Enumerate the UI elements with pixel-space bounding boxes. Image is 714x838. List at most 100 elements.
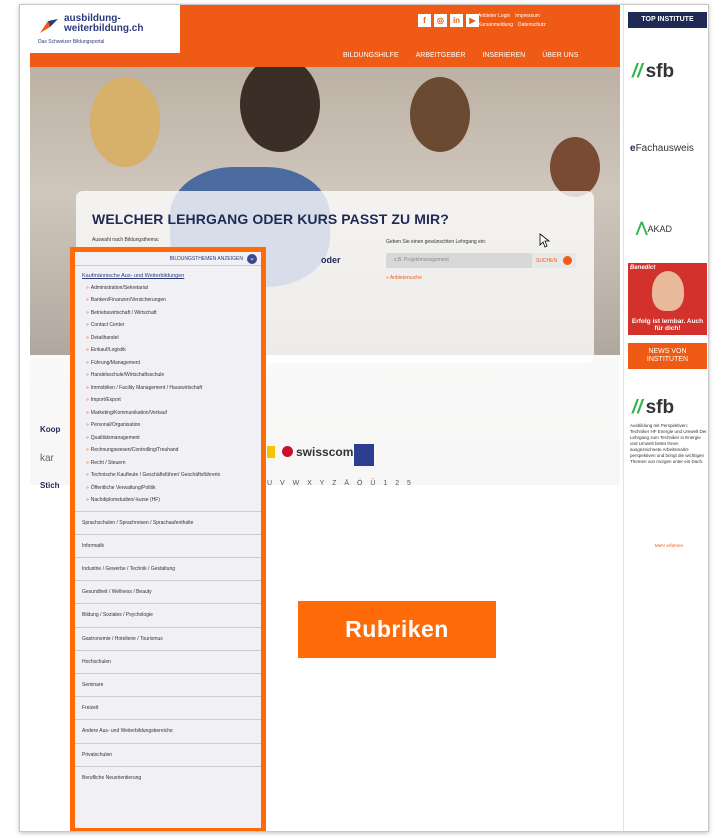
menu-category[interactable]: Informatik bbox=[75, 533, 261, 557]
kursanmeldung-link[interactable]: Kursanmeldung bbox=[478, 22, 513, 28]
arrow-right-icon: » bbox=[86, 497, 89, 504]
menu-subitem[interactable]: » Contact Center bbox=[75, 323, 261, 329]
sfb-logo[interactable]: //sfb bbox=[632, 61, 674, 83]
menu-category[interactable]: Hochschulen bbox=[75, 649, 261, 673]
menu-subitem[interactable]: » Import/Export bbox=[75, 398, 261, 404]
menu-subitem-label: Detailhandel bbox=[90, 334, 119, 341]
menu-category[interactable]: Berufliche Neuorientierung bbox=[75, 765, 261, 789]
arrow-right-icon: » bbox=[86, 285, 89, 291]
anbieter-login-link[interactable]: Anbieter Login bbox=[478, 13, 510, 19]
arrow-right-icon: » bbox=[86, 422, 89, 429]
impressum-link[interactable]: Impressum bbox=[515, 13, 540, 19]
arrow-right-icon: » bbox=[86, 459, 89, 466]
site-header: ausbildung- weiterbildung.ch Das Schweiz… bbox=[30, 5, 620, 67]
nav-bildungshilfe[interactable]: BILDUNGSHILFE bbox=[343, 52, 399, 59]
menu-subitem-label: Banken/Finanzen/Versicherungen bbox=[90, 297, 166, 304]
partner-logo-yellow[interactable] bbox=[267, 446, 275, 458]
menu-category[interactable]: Seminare bbox=[75, 673, 261, 696]
swisscom-label: swisscom bbox=[296, 445, 354, 459]
efach-label: Fachausweis bbox=[635, 143, 694, 154]
facebook-icon[interactable]: f bbox=[418, 14, 431, 27]
logo[interactable]: ausbildung- weiterbildung.ch Das Schweiz… bbox=[30, 5, 180, 53]
sidebar-news-text: Ausbildung mit Perspektiven: Techniker H… bbox=[630, 423, 707, 464]
menu-subitem-label: Handelsschule/Wirtschaftsschule bbox=[90, 372, 165, 379]
menu-subitem[interactable]: » Rechnungswesen/Controlling/Treuhand bbox=[75, 447, 261, 454]
menu-subitem[interactable]: » Recht / Steuern bbox=[75, 459, 261, 467]
akad-arrow-icon: ⋀ bbox=[636, 219, 648, 235]
menu-category[interactable]: Sprachschulen / Sprachreisen / Sprachauf… bbox=[75, 510, 261, 534]
hero-person-shape bbox=[550, 137, 600, 197]
menu-category[interactable]: Gastronomie / Hotellerie / Tourismus bbox=[75, 626, 261, 650]
partner-logo-swisscom[interactable]: swisscom bbox=[282, 445, 353, 459]
menu-subitem-label: Import/Export bbox=[90, 397, 121, 404]
arrow-right-icon: » bbox=[86, 484, 89, 491]
topic-dropdown-toggle[interactable]: BILDUNGSTHEMEN ANZEIGEN ⌄ bbox=[75, 252, 261, 266]
menu-category[interactable]: Andere Aus- und Weiterbildungsbereiche bbox=[75, 719, 261, 742]
chevron-down-icon: ⌄ bbox=[247, 254, 257, 264]
arrow-right-icon: » bbox=[86, 397, 89, 404]
menu-subitem[interactable]: » Handelsschule/Wirtschaftsschule bbox=[75, 373, 261, 379]
right-sidebar: TOP INSTITUTE //sfb eFachausweis ⋀AKAD B… bbox=[623, 5, 708, 831]
search-button-label: SUCHEN bbox=[536, 258, 558, 264]
linkedin-icon[interactable]: in bbox=[450, 14, 463, 27]
akad-logo[interactable]: ⋀AKAD bbox=[636, 219, 672, 236]
menu-subitem[interactable]: » Einkauf/Logistik bbox=[75, 348, 261, 354]
menu-subitem[interactable]: » Banken/Finanzen/Versicherungen bbox=[75, 298, 261, 304]
arrow-right-icon: » bbox=[86, 334, 89, 341]
menu-category-kaufmaennisch[interactable]: Kaufmännische Aus- und Weiterbildungen bbox=[75, 266, 261, 286]
menu-subitem[interactable]: » Technische Kaufleute / Geschäftsführer/… bbox=[75, 472, 261, 479]
menu-subitem-label: Führung/Management bbox=[90, 359, 140, 366]
news-von-instituten-button[interactable]: NEWS VON INSTITUTEN bbox=[628, 343, 707, 369]
social-links: f ◎ in ▶ bbox=[418, 14, 479, 27]
datenschutz-link[interactable]: Datenschutz bbox=[518, 22, 546, 28]
menu-subitem[interactable]: » Führung/Management bbox=[75, 359, 261, 367]
menu-subitem-label: Immobilien / Facility Management / Hausw… bbox=[90, 384, 203, 391]
partner-logo-kar[interactable]: kar bbox=[40, 453, 54, 464]
website: ausbildung- weiterbildung.ch Das Schweiz… bbox=[20, 5, 620, 831]
menu-subitem-label: Technische Kaufleute / Geschäftsführer/ … bbox=[90, 472, 221, 479]
menu-subitem[interactable]: » Betriebswirtschaft / Wirtschaft bbox=[75, 309, 261, 317]
menu-subitem-label: Qualitätsmanagement bbox=[90, 434, 140, 441]
arrow-right-icon: » bbox=[86, 384, 89, 391]
topic-dropdown-label: BILDUNGSTHEMEN ANZEIGEN bbox=[169, 256, 243, 262]
hero-person-shape bbox=[90, 77, 160, 167]
menu-category[interactable]: Gesundheit / Wellness / Beauty bbox=[75, 580, 261, 603]
menu-subitem[interactable]: » Administration/Sekretariat bbox=[75, 285, 261, 292]
arrow-right-icon bbox=[563, 256, 572, 265]
mehr-erfahren-link[interactable]: Mehr erfahren bbox=[630, 543, 708, 548]
nav-ueber-uns[interactable]: ÜBER UNS bbox=[542, 52, 578, 59]
main-nav: BILDUNGSHILFE ARBEITGEBER INSERIEREN ÜBE… bbox=[343, 52, 578, 59]
benedict-ad[interactable]: Benedict Erfolg ist lernbar. Auch für di… bbox=[628, 263, 707, 335]
menu-category[interactable]: Privatschulen bbox=[75, 742, 261, 766]
menu-subitem[interactable]: » Qualitätsmanagement bbox=[75, 434, 261, 442]
swisscom-icon bbox=[282, 446, 293, 457]
menu-category[interactable]: Industrie / Gewerbe / Technik / Gestaltu… bbox=[75, 557, 261, 580]
menu-subitem[interactable]: » Immobilien / Facility Management / Haus… bbox=[75, 384, 261, 392]
benedict-title: Benedict bbox=[630, 265, 656, 271]
menu-subitem[interactable]: » Nachdiplomstudien/-kurse (HF) bbox=[75, 497, 261, 504]
menu-subitem-label: Rechnungswesen/Controlling/Treuhand bbox=[90, 447, 179, 454]
benedict-photo bbox=[652, 271, 684, 311]
menu-subitem[interactable]: » Öffentliche Verwaltung/Politik bbox=[75, 484, 261, 492]
menu-category[interactable]: Bildung / Soziales / Psychologie bbox=[75, 603, 261, 626]
nav-inserieren[interactable]: INSERIEREN bbox=[482, 52, 525, 59]
sfb-logo-2[interactable]: //sfb bbox=[632, 397, 674, 419]
menu-subitem-label: Recht / Steuern bbox=[90, 459, 126, 466]
instagram-icon[interactable]: ◎ bbox=[434, 14, 447, 27]
sfb-slash-icon: // bbox=[632, 397, 643, 418]
arrow-right-icon: » bbox=[86, 297, 89, 304]
alphabet-index[interactable]: U V W X Y Z Ä Ö Ü 1 2 5 bbox=[267, 480, 414, 487]
menu-category[interactable]: Freizeit bbox=[75, 696, 261, 719]
menu-subitem[interactable]: » Personal/Organisation bbox=[75, 423, 261, 429]
arrow-right-icon: » bbox=[86, 309, 89, 316]
anbietersuche-link[interactable]: » Anbietersuche bbox=[386, 275, 422, 281]
search-button[interactable]: SUCHEN bbox=[532, 253, 576, 268]
partner-logo-box[interactable] bbox=[354, 444, 374, 466]
menu-subitem[interactable]: » Detailhandel bbox=[75, 334, 261, 342]
course-search-input[interactable]: z.B. Projektmanagement bbox=[386, 253, 532, 268]
mouse-cursor-icon bbox=[539, 233, 550, 248]
nav-arbeitgeber[interactable]: ARBEITGEBER bbox=[416, 52, 466, 59]
efachausweis-logo[interactable]: eFachausweis bbox=[630, 143, 694, 154]
menu-subitem[interactable]: » Marketing/Kommunikation/Verkauf bbox=[75, 410, 261, 417]
top-institute-heading: TOP INSTITUTE bbox=[628, 12, 707, 28]
